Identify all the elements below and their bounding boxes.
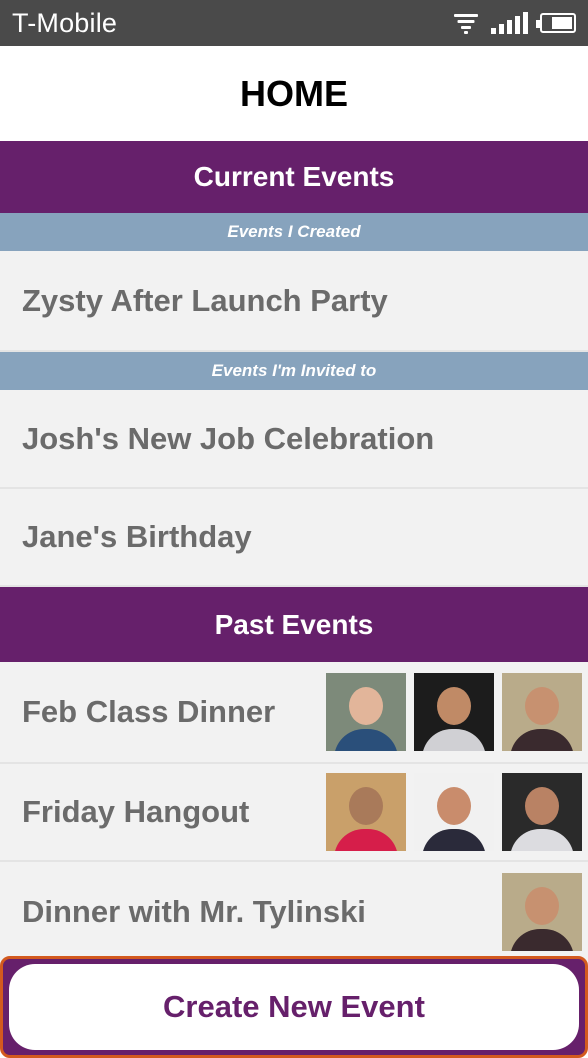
event-name: Zysty After Launch Party (22, 282, 388, 318)
event-row[interactable]: Feb Class Dinner (0, 662, 588, 764)
avatar (414, 773, 494, 851)
event-row[interactable]: Friday Hangout (0, 764, 588, 862)
carrier-name: T-Mobile (12, 7, 118, 38)
event-row[interactable]: Josh's New Job Celebration (0, 390, 588, 489)
avatar (502, 773, 582, 851)
avatar (326, 673, 406, 751)
avatar (414, 673, 494, 751)
attendee-avatars (502, 873, 582, 951)
current-events-header: Current Events (0, 141, 588, 213)
past-events-header: Past Events (0, 587, 588, 662)
avatar (502, 673, 582, 751)
attendee-avatars (326, 773, 582, 851)
events-created-subheader: Events I Created (0, 213, 588, 251)
create-new-event-button[interactable]: Create New Event (9, 964, 579, 1050)
avatar (502, 873, 582, 951)
event-row[interactable]: Jane's Birthday (0, 489, 588, 587)
signal-icon (491, 12, 528, 34)
page-title: HOME (0, 46, 588, 141)
event-row[interactable]: Zysty After Launch Party (0, 251, 588, 352)
app-screen: HOME Current Events Events I Created Zys… (0, 46, 588, 1058)
battery-icon (536, 13, 576, 33)
avatar (326, 773, 406, 851)
wifi-icon (453, 12, 479, 34)
status-bar: T-Mobile (0, 0, 588, 46)
create-event-bar: Create New Event (0, 956, 588, 1058)
event-name: Jane's Birthday (22, 519, 252, 554)
status-icons (453, 12, 576, 34)
event-name: Josh's New Job Celebration (22, 420, 435, 456)
attendee-avatars (326, 673, 582, 751)
event-row[interactable]: Dinner with Mr. Tylinski (0, 862, 588, 964)
events-invited-subheader: Events I'm Invited to (0, 352, 588, 390)
